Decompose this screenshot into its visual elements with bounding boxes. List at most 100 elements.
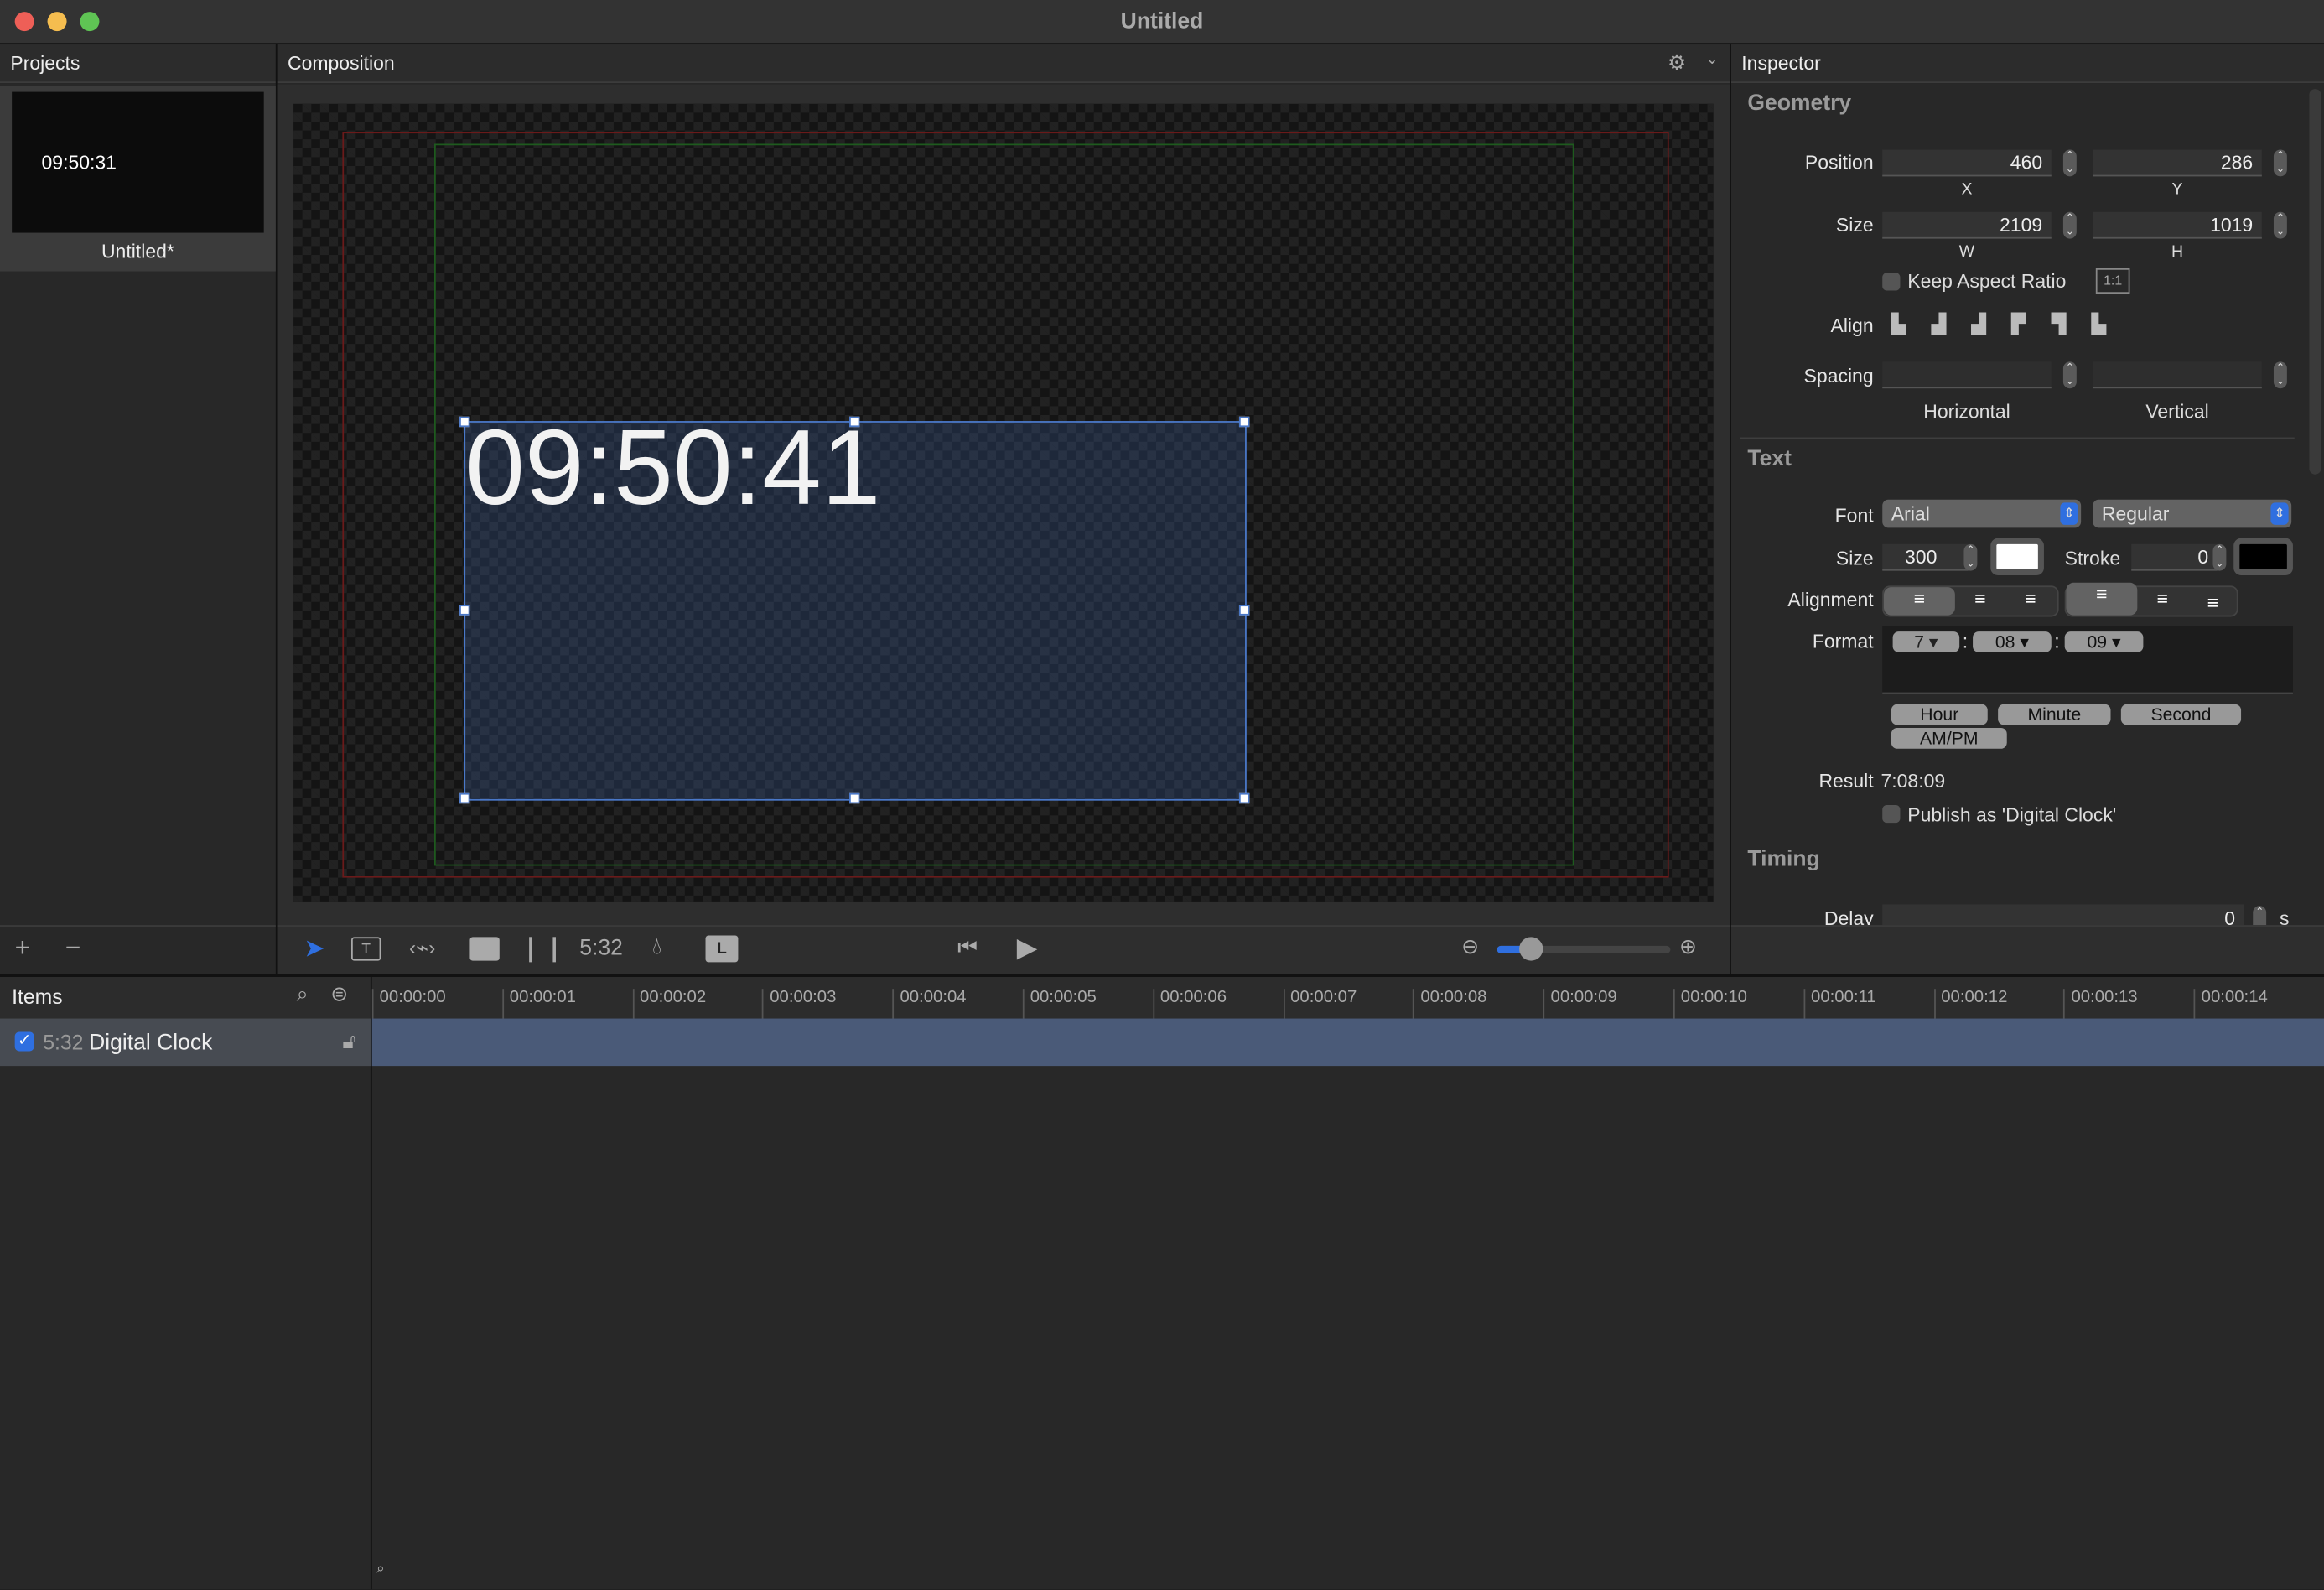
rewind-button[interactable]: ⏮︎ <box>957 936 978 961</box>
item-visibility-checkbox[interactable]: ✓ <box>14 1031 34 1052</box>
ruler-tick-label: 00:00:13 <box>2071 989 2138 1007</box>
ratio-button[interactable]: 1:1 <box>2095 268 2130 294</box>
unlock-icon[interactable]: 🔓︎ <box>342 1029 355 1054</box>
filter-icon[interactable]: ⊜ <box>330 981 348 1006</box>
delay-field[interactable]: 0 <box>1882 904 2244 926</box>
position-x-field[interactable]: 460 <box>1882 149 2052 177</box>
resize-handle[interactable] <box>1238 416 1250 428</box>
chevron-down-icon[interactable]: ⌄ <box>1706 52 1719 68</box>
position-y-stepper[interactable]: ⌃ ⌄ <box>2273 149 2287 177</box>
width-stepper[interactable]: ⌃ ⌄ <box>2062 211 2077 239</box>
width-field[interactable]: 2109 <box>1882 211 2052 239</box>
ampm-token-button[interactable]: AM/PM <box>1891 728 2007 749</box>
text-color-well[interactable] <box>1990 538 2044 575</box>
timeline-zoom-icon[interactable]: ⌕ <box>376 1561 385 1577</box>
inspector-scrollbar[interactable] <box>2309 89 2321 475</box>
search-icon[interactable]: ⌕ <box>297 981 309 1006</box>
text-section-title: Text <box>1747 446 1792 472</box>
gear-icon[interactable]: ⚙ <box>1668 50 1686 75</box>
ruler-tick <box>1673 989 1675 1019</box>
spacing-label: Spacing <box>1803 364 1874 387</box>
inspector-header: Inspector <box>1730 44 2324 84</box>
align-center-icon[interactable]: ▟ <box>1932 313 1972 335</box>
delay-label: Delay <box>1823 907 1874 926</box>
format-token-minute[interactable]: 08 ▾ <box>1973 631 2052 652</box>
resize-handle[interactable] <box>849 416 860 428</box>
zoom-in-icon[interactable]: ⊕ <box>1679 934 1697 959</box>
align-text-bottom-icon[interactable]: ≡ <box>2187 591 2238 614</box>
delay-stepper[interactable]: ⌃ <box>2253 906 2267 926</box>
text-size-field[interactable]: 300 <box>1882 543 1969 571</box>
align-text-middle-icon[interactable]: ≡ <box>2137 587 2187 610</box>
logo-tool-icon[interactable]: L <box>705 935 739 963</box>
align-top-icon[interactable]: ▛ <box>2011 313 2052 335</box>
stroke-color-well[interactable] <box>2233 538 2293 575</box>
format-token-hour[interactable]: 7 ▾ <box>1892 631 1960 652</box>
resize-handle[interactable] <box>1238 605 1250 616</box>
hour-token-button[interactable]: Hour <box>1891 704 1988 725</box>
publish-checkbox[interactable] <box>1882 804 1901 824</box>
height-stepper[interactable]: ⌃ ⌄ <box>2273 211 2287 239</box>
zoom-out-icon[interactable]: ⊖ <box>1461 934 1479 959</box>
composition-header: Composition <box>277 44 1730 84</box>
resize-handle[interactable] <box>459 792 470 804</box>
feed-tool-icon[interactable]: ‹⌁› <box>409 936 435 961</box>
play-button[interactable]: ▶︎ <box>1017 933 1037 964</box>
second-token-button[interactable]: Second <box>2120 704 2242 725</box>
image-tool-icon[interactable] <box>469 937 500 961</box>
h-label: H <box>2171 242 2184 262</box>
align-text-right-icon[interactable]: ≡ <box>2005 587 2056 610</box>
app-window: Untitled Projects Composition ⚙ ⌄ Inspec… <box>0 0 2324 1590</box>
height-field[interactable]: 1019 <box>2093 211 2262 239</box>
keep-aspect-checkbox[interactable] <box>1882 273 1901 291</box>
stroke-stepper[interactable]: ⌃ ⌄ <box>2212 543 2227 571</box>
stroke-field[interactable]: 0 <box>2131 543 2218 571</box>
align-buttons[interactable]: ▙▟▟▛▜▙ <box>1891 313 2131 336</box>
text-tool-icon[interactable]: T <box>350 937 381 961</box>
timeline-item-row[interactable]: ✓ 5:32 Digital Clock 🔓︎ <box>0 1018 371 1067</box>
project-item[interactable]: 09:50:31 Untitled* <box>0 86 276 272</box>
ruler-tick <box>1933 989 1936 1019</box>
spacing-horizontal-field[interactable] <box>1882 361 2052 389</box>
ruler-tick <box>1803 989 1805 1019</box>
minute-token-button[interactable]: Minute <box>1998 704 2111 725</box>
thumbnail-text: 09:50:31 <box>41 151 117 174</box>
resize-handle[interactable] <box>459 605 470 616</box>
spacing-horizontal-stepper[interactable]: ⌃ ⌄ <box>2062 361 2077 389</box>
style-select[interactable]: Regular ⇕ <box>2093 499 2292 528</box>
font-select[interactable]: Arial ⇕ <box>1882 499 2082 528</box>
align-bottom-icon[interactable]: ▙ <box>2092 313 2132 335</box>
clock-layer-selection[interactable]: 09:50:41 <box>464 409 1247 801</box>
resize-handle[interactable] <box>1238 792 1250 804</box>
format-field[interactable]: 7 ▾ : 08 ▾ : 09 ▾ <box>1882 626 2293 694</box>
remove-project-button[interactable]: − <box>65 933 81 964</box>
ruler-tick <box>2193 989 2196 1019</box>
align-middle-icon[interactable]: ▜ <box>2052 313 2092 335</box>
ruler-tick-label: 00:00:02 <box>640 989 707 1007</box>
resize-handle[interactable] <box>459 416 470 428</box>
align-text-center-icon[interactable]: ≡ <box>1955 587 2005 610</box>
align-text-left-icon[interactable]: ≡ <box>1884 587 1955 616</box>
format-token-second[interactable]: 09 ▾ <box>2064 631 2144 652</box>
timeline-clip[interactable] <box>371 1018 2324 1067</box>
align-text-top-icon[interactable]: ≡ <box>2066 582 2138 616</box>
resize-handle[interactable] <box>849 792 860 804</box>
align-left-icon[interactable]: ▙ <box>1891 313 1932 335</box>
time-ruler[interactable]: 00:00:00 00:00:01 00:00:02 00:00:03 00:00:04… <box>371 977 2324 1019</box>
ruler-tick-label: 00:00:10 <box>1680 989 1747 1007</box>
video-tool-icon[interactable] <box>529 937 556 963</box>
select-tool-icon[interactable]: ➤ <box>303 934 324 964</box>
text-size-stepper[interactable]: ⌃ ⌄ <box>1963 543 1978 571</box>
spacing-vertical-field[interactable] <box>2093 361 2262 389</box>
color-tool-icon[interactable]: 💧︎ <box>652 934 661 961</box>
position-x-stepper[interactable]: ⌃ ⌄ <box>2062 149 2077 177</box>
clock-tool-icon[interactable]: 5:32 <box>579 936 623 961</box>
spacing-vertical-stepper[interactable]: ⌃ ⌄ <box>2273 361 2287 389</box>
add-project-button[interactable]: + <box>15 933 31 964</box>
position-y-field[interactable]: 286 <box>2093 149 2262 177</box>
keep-aspect-label: Keep Aspect Ratio <box>1907 269 2067 293</box>
align-right-icon[interactable]: ▟ <box>1971 313 2011 335</box>
ruler-tick-label: 00:00:04 <box>900 989 967 1007</box>
inspector-footer <box>1730 925 2324 976</box>
zoom-slider[interactable] <box>1497 937 1671 961</box>
